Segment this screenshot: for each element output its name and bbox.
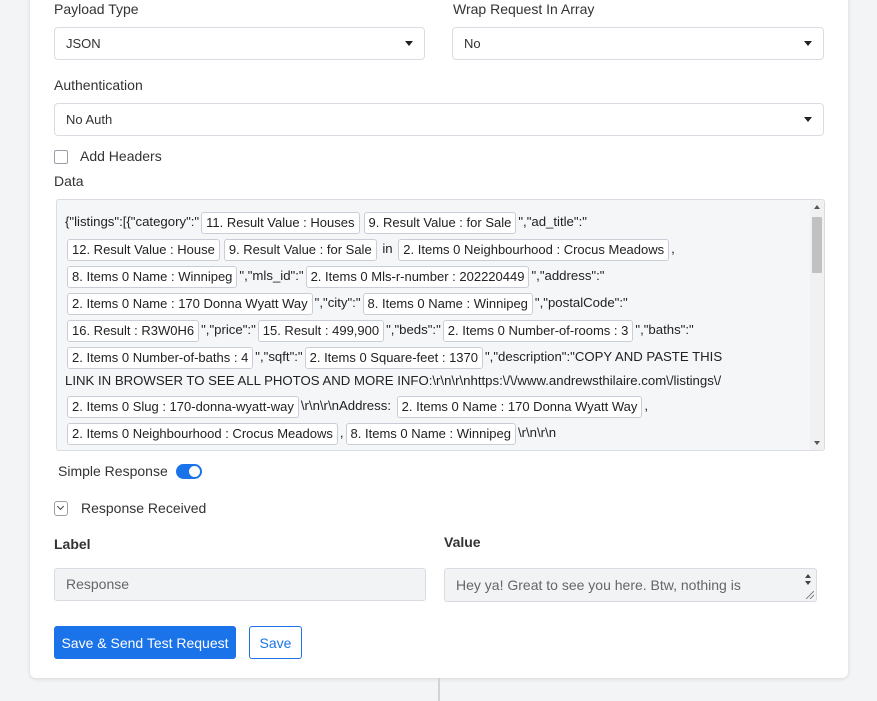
payload-type-select[interactable]: JSON — [54, 27, 425, 60]
response-received-chevron-icon[interactable] — [54, 501, 68, 516]
simple-response-label: Simple Response — [58, 463, 168, 479]
authentication-label: Authentication — [54, 77, 143, 93]
data-label: Data — [54, 173, 84, 189]
payload-type-value: JSON — [66, 36, 101, 51]
data-editor[interactable]: {"listings":[{"category":" 11. Result Val… — [56, 199, 825, 451]
data-text: \r\n\r\n — [517, 425, 557, 440]
variable-chip[interactable]: 2. Items 0 Slug : 170-donna-wyatt-way — [67, 395, 299, 418]
data-text: ","mls_id":" — [239, 268, 304, 283]
scroll-up-arrow-icon[interactable] — [814, 205, 820, 209]
add-headers-checkbox[interactable] — [54, 150, 68, 164]
save-and-send-test-request-button[interactable]: Save & Send Test Request — [54, 626, 236, 659]
variable-chip[interactable]: 2. Items 0 Name : 170 Donna Wyatt Way — [396, 395, 643, 418]
variable-chip[interactable]: 12. Result Value : House — [67, 238, 220, 261]
scrollbar-thumb[interactable] — [812, 217, 822, 273]
scroll-down-arrow-icon[interactable] — [814, 441, 820, 445]
data-text: , — [671, 241, 675, 256]
data-text: ","sqft":" — [255, 349, 303, 364]
caret-down-icon — [804, 41, 812, 46]
authentication-select[interactable]: No Auth — [54, 103, 824, 136]
data-text: LINK IN BROWSER TO SEE ALL PHOTOS AND MO… — [65, 373, 722, 388]
variable-chip[interactable]: 9. Result Value : for Sale — [363, 211, 517, 234]
variable-chip[interactable]: 8. Items 0 Name : Winnipeg — [345, 422, 516, 445]
response-label-field[interactable]: Response — [54, 568, 426, 601]
data-editor-line: 2. Items 0 Slug : 170-donna-wyatt-way \r\… — [65, 392, 809, 419]
response-value-textarea[interactable]: Hey ya! Great to see you here. Btw, noth… — [444, 568, 817, 602]
data-text: ","baths":" — [635, 322, 694, 337]
data-text: ","city":" — [314, 295, 361, 310]
toggle-knob — [189, 466, 200, 477]
value-column-header: Value — [444, 534, 481, 550]
data-text: ","postalCode":" — [534, 295, 628, 310]
flow-connector-line — [438, 678, 440, 701]
variable-chip[interactable]: 16. Result : R3W0H6 — [67, 319, 200, 342]
data-editor-line: 8. Items 0 Name : Winnipeg ","mls_id":" 2.… — [65, 262, 809, 289]
variable-chip[interactable]: 9. Result Value : for Sale — [223, 238, 377, 261]
simple-response-toggle[interactable] — [176, 464, 202, 479]
variable-chip[interactable]: 2. Items 0 Neighbourhood : Crocus Meadow… — [398, 238, 670, 261]
response-label-value: Response — [66, 576, 130, 592]
variable-chip[interactable]: 8. Items 0 Name : Winnipeg — [67, 265, 238, 288]
data-editor-line: 2. Items 0 Name : 170 Donna Wyatt Way ","… — [65, 289, 809, 316]
data-editor-content[interactable]: {"listings":[{"category":" 11. Result Val… — [65, 208, 809, 446]
data-text: ","price":" — [201, 322, 256, 337]
data-text: \r\n\r\nAddress: — [300, 398, 395, 413]
caret-down-icon — [804, 117, 812, 122]
caret-down-icon — [405, 41, 413, 46]
wrap-request-value: No — [464, 36, 481, 51]
data-text: ","description":"COPY AND PASTE THIS — [485, 349, 723, 364]
wrap-request-label: Wrap Request In Array — [453, 1, 595, 17]
variable-chip[interactable]: 15. Result : 499,900 — [257, 319, 385, 342]
data-editor-line: {"listings":[{"category":" 11. Result Val… — [65, 208, 809, 235]
data-text: {"listings":[{"category":" — [65, 214, 200, 229]
response-received-label: Response Received — [81, 500, 207, 516]
resize-grip-icon[interactable] — [806, 591, 814, 599]
variable-chip[interactable]: 8. Items 0 Name : Winnipeg — [362, 292, 533, 315]
data-editor-line: LINK IN BROWSER TO SEE ALL PHOTOS AND MO… — [65, 370, 809, 392]
variable-chip[interactable]: 11. Result Value : Houses — [201, 211, 360, 234]
response-value-text: Hey ya! Great to see you here. Btw, noth… — [456, 577, 765, 601]
data-text: ","beds":" — [386, 322, 441, 337]
data-editor-scrollbar[interactable] — [810, 200, 824, 450]
variable-chip[interactable]: 2. Items 0 Number-of-rooms : 3 — [442, 319, 634, 342]
scroll-up-arrow-icon[interactable] — [805, 574, 811, 578]
variable-chip[interactable]: 2. Items 0 Name : 170 Donna Wyatt Way — [67, 292, 313, 315]
save-button[interactable]: Save — [249, 626, 302, 659]
data-editor-line: 12. Result Value : House 9. Result Value … — [65, 235, 809, 262]
variable-chip[interactable]: 2. Items 0 Mls-r-number : 202220449 — [305, 265, 530, 288]
label-column-header: Label — [54, 536, 91, 552]
data-text: in — [378, 241, 397, 256]
add-headers-label: Add Headers — [80, 148, 162, 164]
data-text: , — [339, 425, 344, 440]
data-editor-line: 16. Result : R3W0H6 ","price":" 15. Result… — [65, 316, 809, 343]
variable-chip[interactable]: 2. Items 0 Square-feet : 1370 — [304, 346, 483, 369]
data-text: ","ad_title":" — [518, 214, 587, 229]
data-editor-line: 2. Items 0 Number-of-baths : 4 ","sqft":"… — [65, 343, 809, 370]
payload-type-label: Payload Type — [54, 1, 139, 17]
data-text: , — [644, 398, 649, 413]
authentication-value: No Auth — [66, 112, 113, 127]
data-editor-line: 2. Items 0 Neighbourhood : Crocus Meadow… — [65, 419, 809, 446]
data-text: ","address":" — [531, 268, 605, 283]
scroll-down-arrow-icon[interactable] — [805, 581, 811, 585]
wrap-request-select[interactable]: No — [452, 27, 824, 60]
variable-chip[interactable]: 2. Items 0 Neighbourhood : Crocus Meadow… — [67, 422, 338, 445]
variable-chip[interactable]: 2. Items 0 Number-of-baths : 4 — [67, 346, 254, 369]
